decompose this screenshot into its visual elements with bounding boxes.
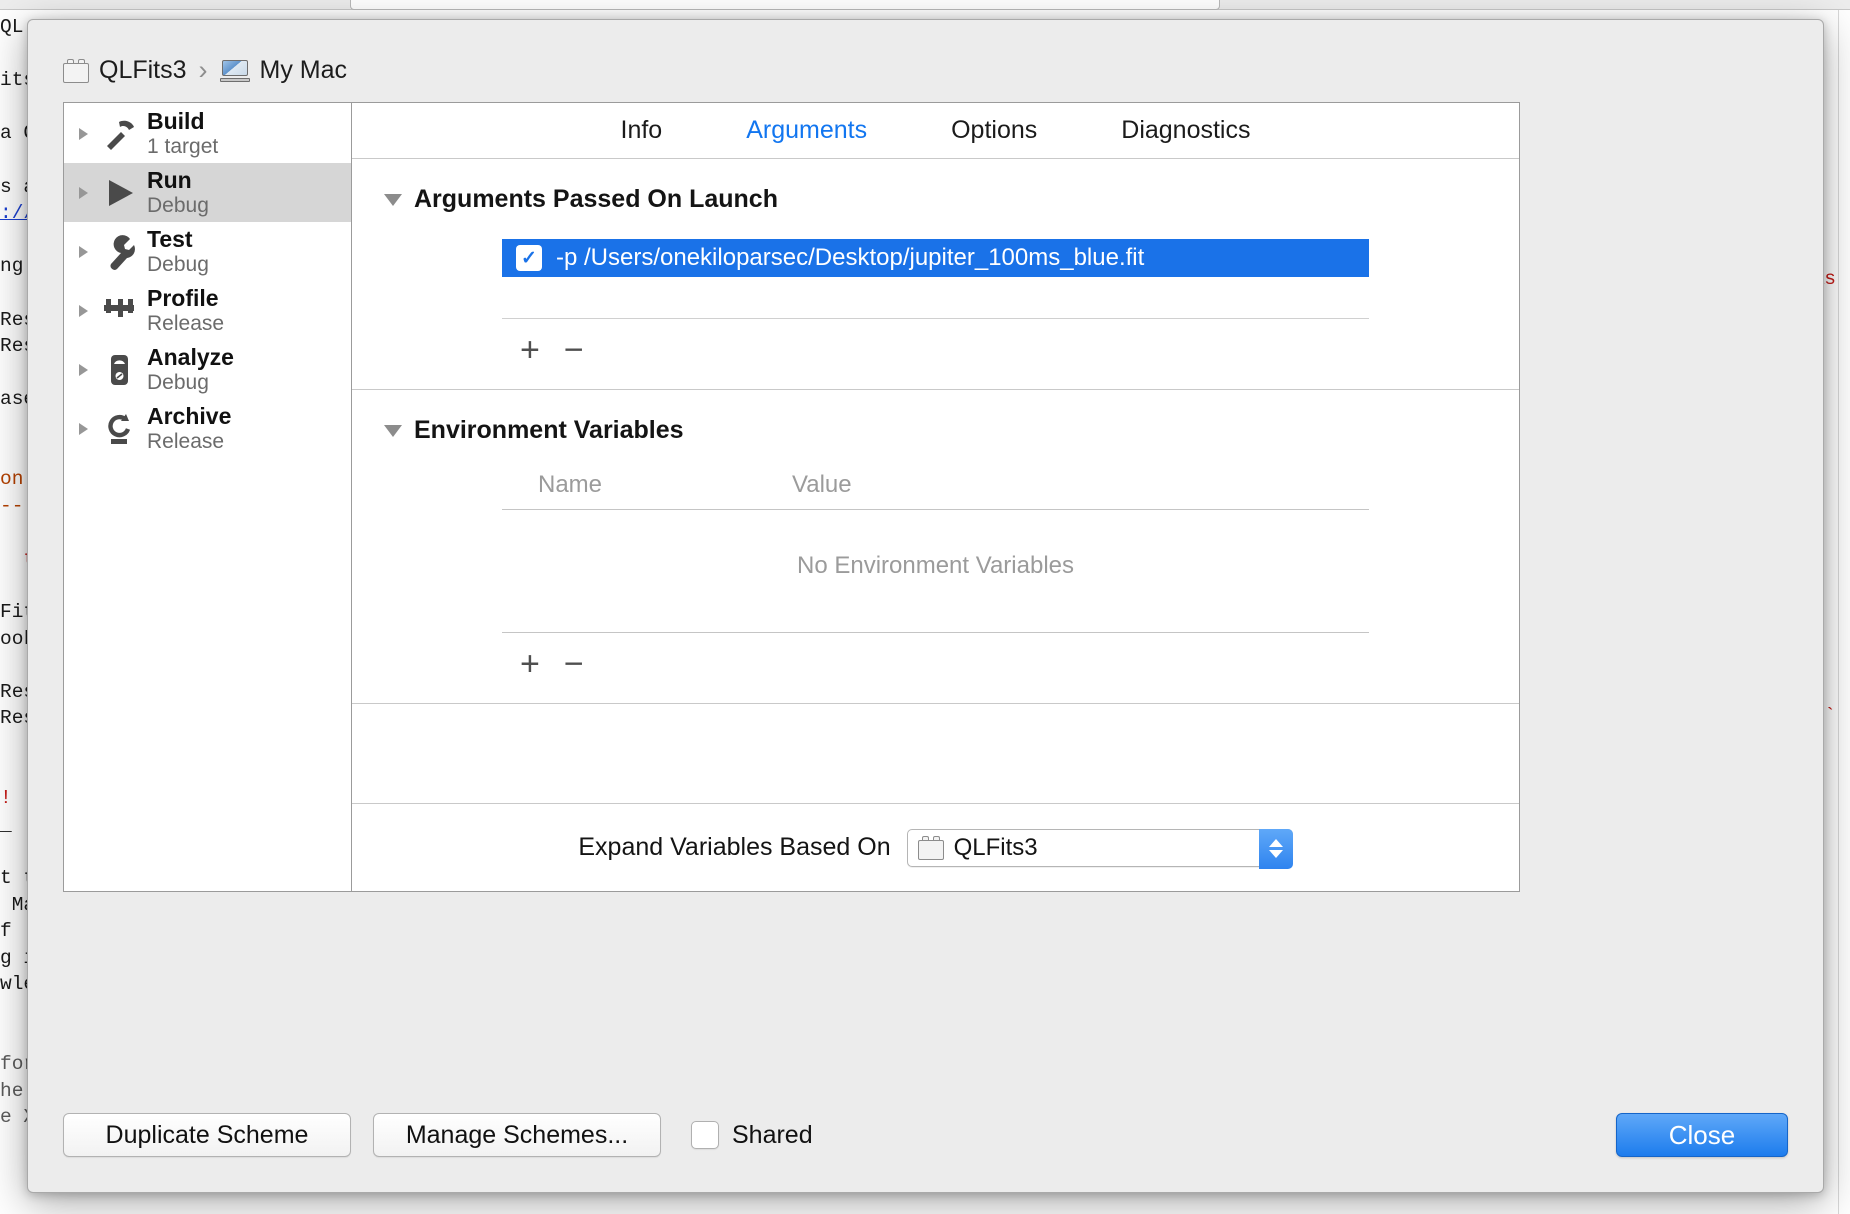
column-header-value: Value — [792, 471, 852, 498]
sidebar-item-test[interactable]: Test Debug — [64, 222, 351, 281]
scheme-content-box: Build 1 target Run Debug Test Debug Prof… — [63, 102, 1520, 892]
disclosure-triangle-icon[interactable] — [76, 244, 91, 259]
arguments-list-divider — [502, 318, 1369, 319]
expand-variables-popup[interactable]: QLFits3 — [906, 828, 1293, 869]
sidebar-item-title: Archive — [147, 402, 232, 429]
disclosure-triangle-down-icon[interactable] — [384, 193, 402, 206]
sidebar-item-subtitle: Debug — [147, 193, 209, 217]
play-icon — [99, 173, 139, 213]
sheet-footer-bar: Duplicate Scheme Manage Schemes... Share… — [28, 1078, 1823, 1192]
breadcrumb-destination[interactable]: My Mac — [260, 56, 348, 85]
scheme-action-list: Build 1 target Run Debug Test Debug Prof… — [64, 103, 352, 891]
sidebar-item-title: Profile — [147, 284, 219, 311]
environment-table-header: Name Value — [502, 471, 1369, 509]
editor-search-field[interactable] — [350, 0, 1220, 10]
disclosure-triangle-icon[interactable] — [76, 303, 91, 318]
breadcrumb: QLFits3 › My Mac — [63, 55, 347, 86]
disclosure-triangle-icon[interactable] — [76, 421, 91, 436]
sidebar-item-build[interactable]: Build 1 target — [64, 104, 351, 163]
chevron-up-down-icon[interactable] — [1258, 828, 1293, 869]
sidebar-item-subtitle: Release — [147, 311, 225, 335]
environment-table-rule-bottom — [502, 632, 1369, 633]
tab-options[interactable]: Options — [909, 116, 1079, 145]
sidebar-item-title: Run — [147, 166, 192, 193]
remove-argument-button[interactable]: − — [564, 333, 584, 367]
remove-environment-variable-button[interactable]: − — [564, 647, 584, 681]
sidebar-item-analyze[interactable]: Analyze Debug — [64, 340, 351, 399]
hammer-icon — [99, 114, 139, 154]
environment-empty-message: No Environment Variables — [796, 552, 1075, 579]
argument-text[interactable]: -p /Users/onekiloparsec/Desktop/jupiter_… — [556, 244, 1144, 272]
sidebar-item-run[interactable]: Run Debug — [64, 163, 351, 222]
disclosure-triangle-icon[interactable] — [76, 185, 91, 200]
add-environment-variable-button[interactable]: + — [520, 647, 540, 681]
close-button[interactable]: Close — [1616, 1113, 1788, 1157]
caliper-icon — [99, 291, 139, 331]
sidebar-item-archive[interactable]: Archive Release — [64, 399, 351, 458]
expand-variables-value: QLFits3 — [953, 833, 1038, 861]
environment-section-title: Environment Variables — [414, 416, 684, 444]
wrench-icon — [99, 232, 139, 272]
environment-add-remove-controls: + − — [520, 647, 1519, 681]
expand-variables-label: Expand Variables Based On — [578, 833, 891, 861]
sidebar-item-subtitle: Release — [147, 429, 225, 453]
sidebar-item-subtitle: 1 target — [147, 134, 219, 158]
scheme-icon — [917, 835, 944, 860]
breadcrumb-scheme-name[interactable]: QLFits3 — [99, 56, 187, 85]
add-argument-button[interactable]: + — [520, 333, 540, 367]
sidebar-item-subtitle: Debug — [147, 252, 209, 276]
expand-variables-bar: Expand Variables Based On QLFits3 — [352, 803, 1519, 891]
manage-schemes-button[interactable]: Manage Schemes... — [373, 1113, 661, 1157]
environment-variables-table: Name Value No Environment Variables — [502, 471, 1369, 633]
tab-diagnostics[interactable]: Diagnostics — [1079, 116, 1292, 145]
sidebar-item-title: Analyze — [147, 343, 234, 370]
scheme-icon — [63, 58, 89, 83]
disclosure-triangle-icon[interactable] — [76, 126, 91, 141]
sidebar-item-profile[interactable]: Profile Release — [64, 281, 351, 340]
breadcrumb-separator-icon: › — [198, 55, 208, 85]
mac-laptop-icon — [219, 59, 250, 82]
scheme-detail-pane: Info Arguments Options Diagnostics Argum… — [352, 103, 1519, 891]
arguments-section-title: Arguments Passed On Launch — [414, 185, 778, 213]
sidebar-item-title: Build — [147, 107, 205, 134]
shared-checkbox-group[interactable]: Shared — [691, 1121, 813, 1150]
environment-section-header[interactable]: Environment Variables — [352, 390, 1519, 445]
arguments-section-header[interactable]: Arguments Passed On Launch — [352, 159, 1519, 214]
shared-checkbox[interactable] — [691, 1121, 719, 1149]
tab-info[interactable]: Info — [579, 116, 705, 145]
sidebar-item-title: Test — [147, 225, 193, 252]
arguments-add-remove-controls: + − — [520, 333, 1519, 367]
sidebar-item-subtitle: Debug — [147, 370, 209, 394]
disclosure-triangle-down-icon[interactable] — [384, 424, 402, 437]
disclosure-triangle-icon[interactable] — [76, 362, 91, 377]
arguments-list: ✓ -p /Users/onekiloparsec/Desktop/jupite… — [502, 239, 1369, 319]
duplicate-scheme-button[interactable]: Duplicate Scheme — [63, 1113, 351, 1157]
section-divider-bottom — [352, 703, 1519, 704]
column-header-name: Name — [538, 471, 603, 498]
detail-tab-bar: Info Arguments Options Diagnostics — [352, 103, 1519, 159]
tab-arguments[interactable]: Arguments — [704, 116, 909, 145]
archive-icon — [99, 409, 139, 449]
shared-label: Shared — [732, 1120, 813, 1149]
argument-checkbox[interactable]: ✓ — [516, 245, 542, 271]
instrument-icon — [99, 350, 139, 390]
editor-right-gutter — [1838, 10, 1850, 1214]
argument-row[interactable]: ✓ -p /Users/onekiloparsec/Desktop/jupite… — [502, 239, 1369, 277]
scheme-editor-sheet: QLFits3 › My Mac Build 1 target Run Debu… — [27, 19, 1824, 1193]
